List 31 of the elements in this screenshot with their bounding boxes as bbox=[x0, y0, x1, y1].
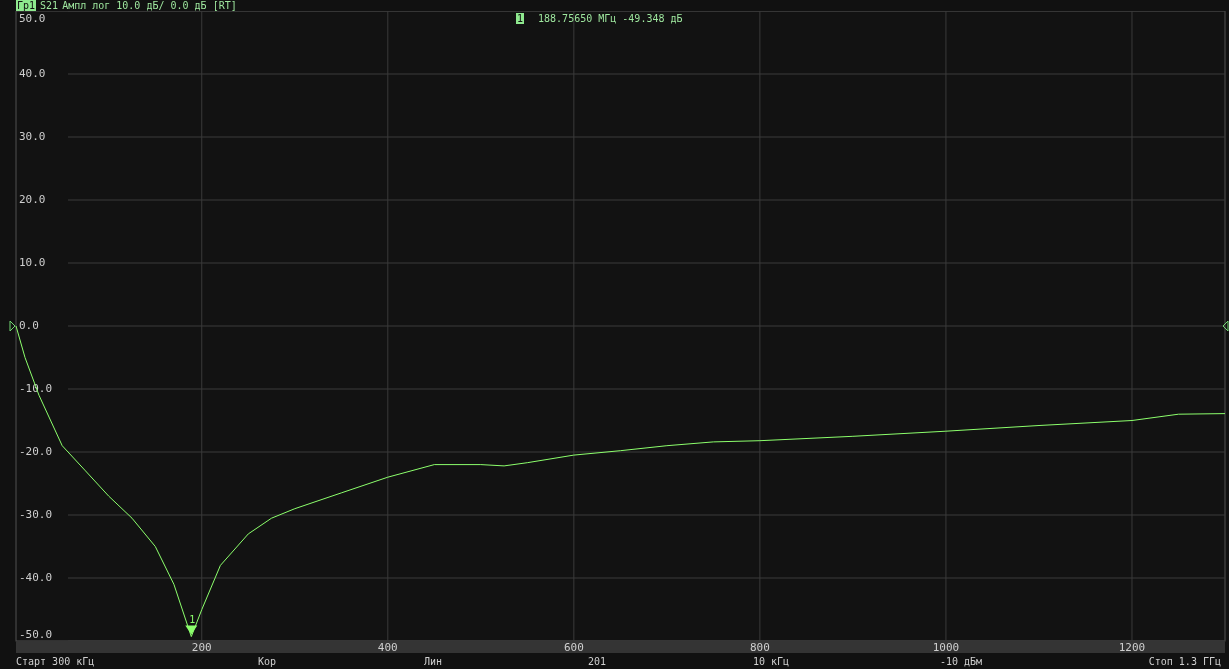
marker-readout: 188.75650 МГц -49.348 дБ bbox=[538, 13, 683, 24]
x-tick-label: 1000 bbox=[932, 641, 960, 653]
reference-right-icon bbox=[1222, 320, 1229, 332]
y-tick-label: 20.0 bbox=[19, 193, 46, 206]
y-tick-label: -20.0 bbox=[19, 445, 53, 458]
trace-name: S21 bbox=[40, 0, 59, 11]
y-tick-label: 10.0 bbox=[19, 256, 46, 269]
status-text: Лин bbox=[424, 655, 444, 667]
x-tick-label: 200 bbox=[191, 641, 212, 653]
y-tick-label: -50.0 bbox=[19, 628, 53, 641]
y-tick-label: 50.0 bbox=[19, 12, 46, 25]
trace-badge: Гр1 bbox=[16, 0, 37, 11]
reference-left-icon bbox=[9, 320, 16, 332]
y-tick-label: 40.0 bbox=[19, 67, 46, 80]
annotation: 1 bbox=[189, 613, 196, 625]
y-tick-label: -40.0 bbox=[19, 571, 53, 584]
status-text: Стоп 1.3 ГГц bbox=[1148, 655, 1221, 667]
x-tick-label: 1200 bbox=[1118, 641, 1146, 653]
x-tick-label: 800 bbox=[749, 641, 770, 653]
marker-badge: 1 bbox=[516, 13, 525, 24]
y-tick-label: 30.0 bbox=[19, 130, 46, 143]
trace-info: Ампл лог 10.0 дБ/ 0.0 дБ [RT] bbox=[62, 0, 237, 11]
y-tick-label: -30.0 bbox=[19, 508, 53, 521]
status-text: 201 bbox=[588, 655, 608, 667]
status-text: Старт 300 кГц bbox=[16, 655, 96, 667]
status-text: -10 дБм bbox=[940, 655, 984, 667]
status-text: Кор bbox=[258, 655, 278, 667]
status-text: 10 кГц bbox=[753, 655, 791, 667]
y-tick-label: 0.0 bbox=[19, 319, 39, 332]
x-tick-label: 400 bbox=[377, 641, 398, 653]
x-tick-label: 600 bbox=[563, 641, 584, 653]
